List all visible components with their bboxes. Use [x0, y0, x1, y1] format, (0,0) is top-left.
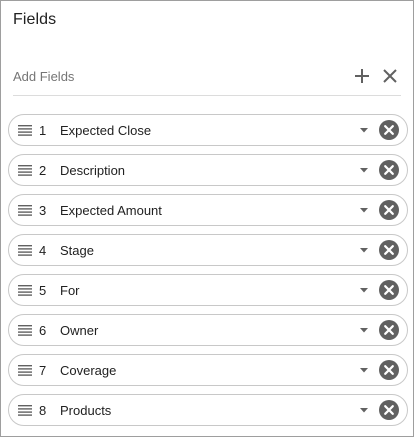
- field-row[interactable]: 3 Expected Amount: [8, 194, 408, 226]
- caret-down-icon[interactable]: [359, 365, 369, 375]
- field-label: Stage: [60, 243, 94, 258]
- field-label: Products: [60, 403, 112, 418]
- field-number: 1: [39, 123, 47, 138]
- drag-handle-icon[interactable]: [17, 244, 33, 256]
- field-row[interactable]: 6 Owner: [8, 314, 408, 346]
- field-row[interactable]: 5 For: [8, 274, 408, 306]
- caret-down-icon[interactable]: [359, 325, 369, 335]
- field-label: Owner: [60, 323, 99, 338]
- field-number: 7: [39, 363, 47, 378]
- field-row[interactable]: 8 Products: [8, 394, 408, 426]
- remove-circle-icon[interactable]: [379, 400, 399, 420]
- remove-circle-icon[interactable]: [379, 120, 399, 140]
- drag-handle-icon[interactable]: [17, 284, 33, 296]
- remove-circle-icon[interactable]: [379, 360, 399, 380]
- remove-circle-icon[interactable]: [379, 320, 399, 340]
- field-number: 2: [39, 163, 47, 178]
- add-fields-row: Add Fields: [13, 57, 401, 96]
- close-icon: [383, 69, 397, 83]
- caret-down-icon[interactable]: [359, 245, 369, 255]
- field-number: 4: [39, 243, 47, 258]
- remove-circle-icon[interactable]: [379, 240, 399, 260]
- add-field-button[interactable]: [351, 65, 373, 87]
- field-number: 6: [39, 323, 47, 338]
- caret-down-icon[interactable]: [359, 285, 369, 295]
- drag-handle-icon[interactable]: [17, 404, 33, 416]
- field-number: 5: [39, 283, 47, 298]
- field-label: For: [60, 283, 80, 298]
- field-row[interactable]: 1 Expected Close: [8, 114, 408, 146]
- field-number: 3: [39, 203, 47, 218]
- field-row[interactable]: 7 Coverage: [8, 354, 408, 386]
- field-number: 8: [39, 403, 47, 418]
- fields-panel: Fields Add Fields 1 Expected Close 2 Descri…: [0, 0, 414, 437]
- add-fields-label: Add Fields: [13, 69, 75, 84]
- remove-circle-icon[interactable]: [379, 160, 399, 180]
- field-label: Description: [60, 163, 126, 178]
- caret-down-icon[interactable]: [359, 205, 369, 215]
- clear-fields-button[interactable]: [379, 65, 401, 87]
- drag-handle-icon[interactable]: [17, 204, 33, 216]
- caret-down-icon[interactable]: [359, 405, 369, 415]
- field-label: Expected Close: [60, 123, 152, 138]
- drag-handle-icon[interactable]: [17, 324, 33, 336]
- drag-handle-icon[interactable]: [17, 164, 33, 176]
- field-list: 1 Expected Close 2 Description 3 Expected Amo…: [8, 114, 408, 434]
- remove-circle-icon[interactable]: [379, 200, 399, 220]
- field-label: Coverage: [60, 363, 117, 378]
- panel-title: Fields: [13, 11, 57, 28]
- field-label: Expected Amount: [60, 203, 162, 218]
- remove-circle-icon[interactable]: [379, 280, 399, 300]
- caret-down-icon[interactable]: [359, 165, 369, 175]
- plus-icon: [355, 69, 369, 83]
- drag-handle-icon[interactable]: [17, 124, 33, 136]
- field-row[interactable]: 2 Description: [8, 154, 408, 186]
- caret-down-icon[interactable]: [359, 125, 369, 135]
- drag-handle-icon[interactable]: [17, 364, 33, 376]
- field-row[interactable]: 4 Stage: [8, 234, 408, 266]
